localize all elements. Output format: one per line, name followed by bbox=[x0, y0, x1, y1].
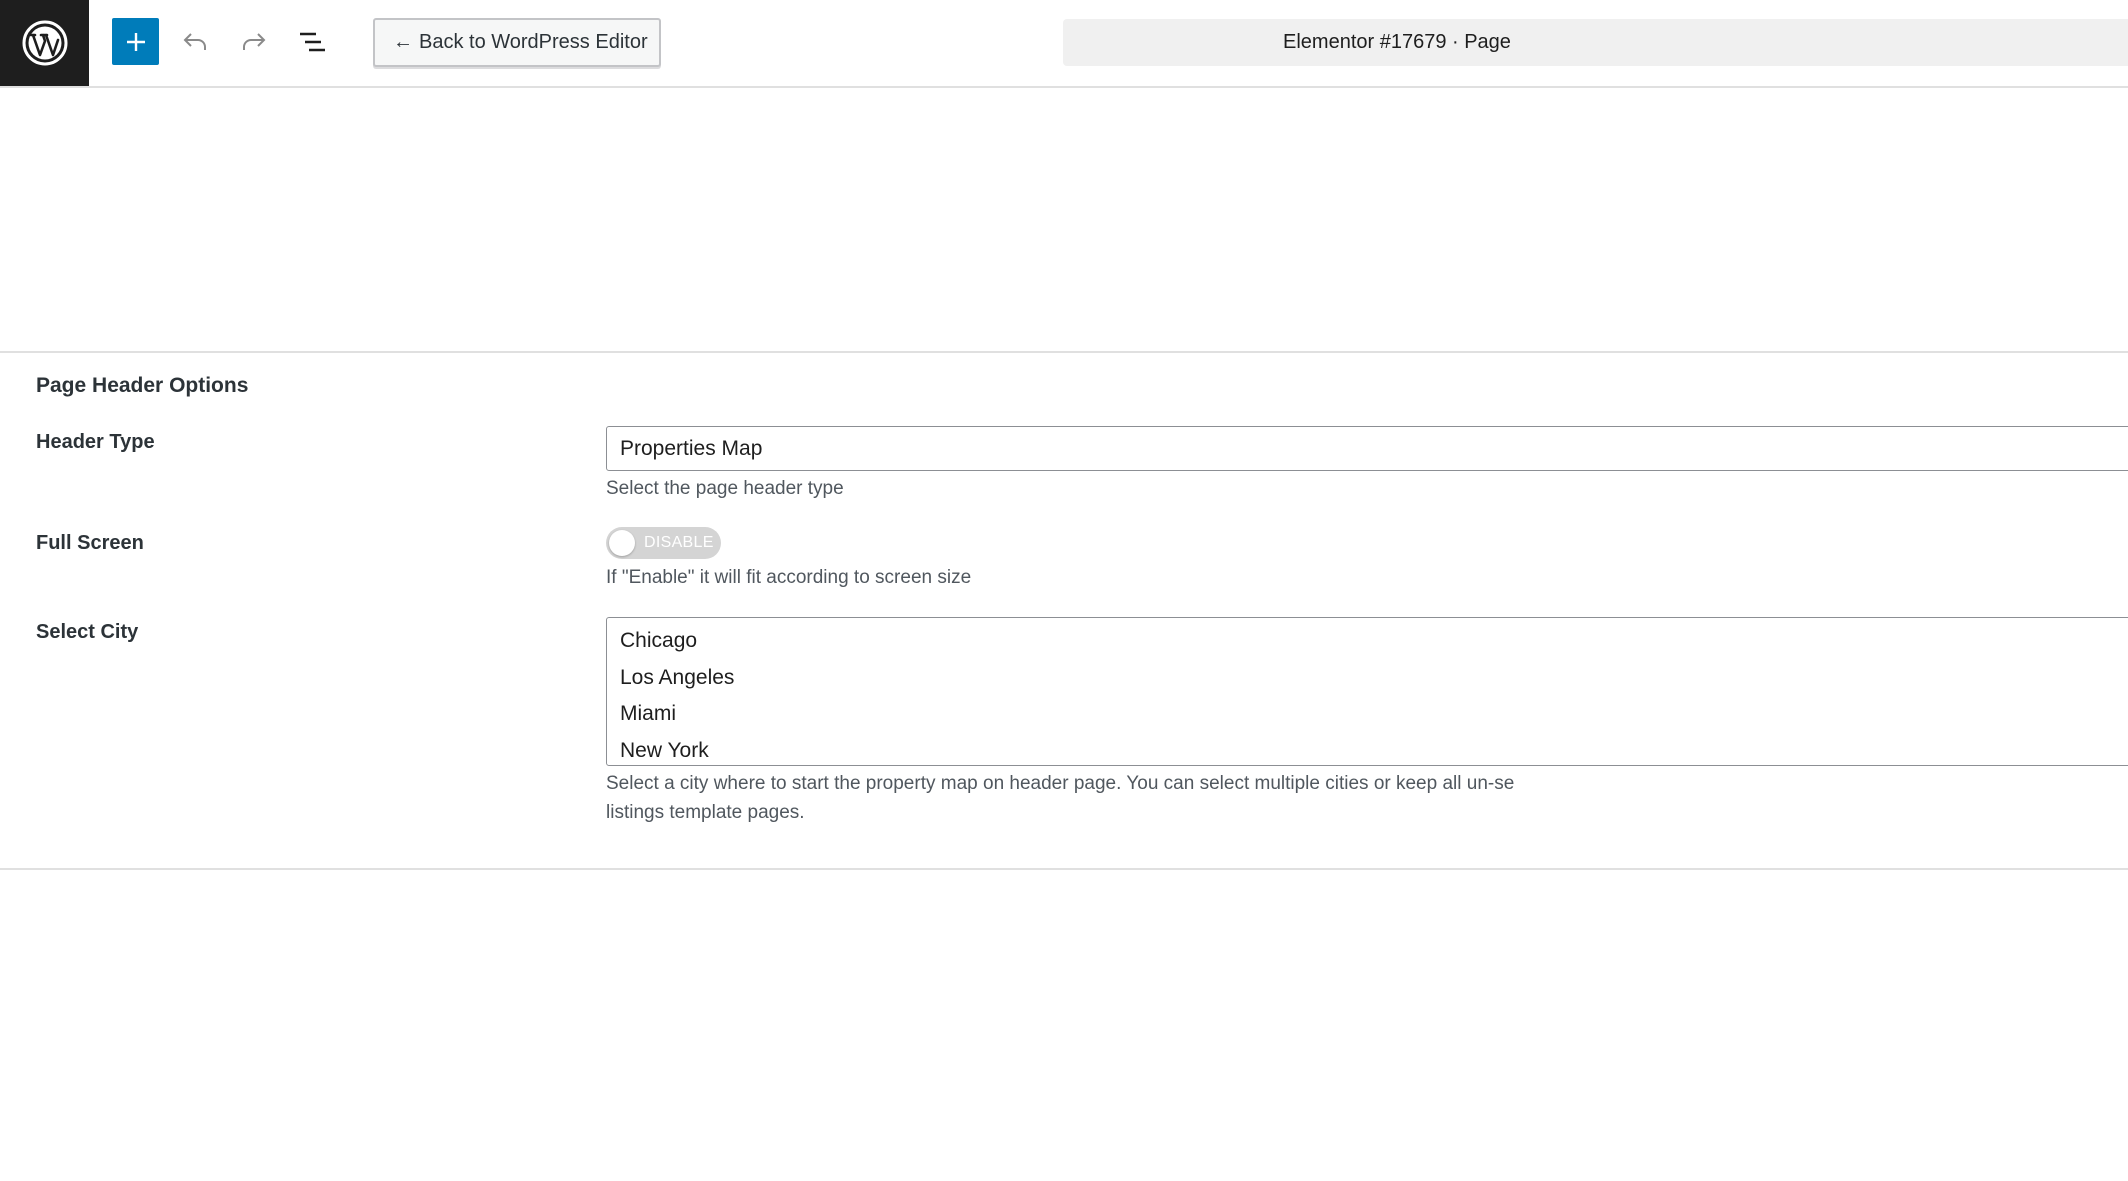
plus-icon bbox=[126, 32, 145, 51]
divider bbox=[0, 868, 2128, 870]
redo-icon bbox=[243, 33, 266, 50]
select-city-help-line1: Select a city where to start the propert… bbox=[606, 773, 1515, 794]
full-screen-toggle[interactable]: DISABLE bbox=[606, 527, 721, 559]
city-multiselect[interactable]: Chicago Los Angeles Miami New York bbox=[606, 617, 2128, 766]
undo-button[interactable] bbox=[175, 22, 215, 62]
wordpress-logo-icon[interactable] bbox=[0, 0, 89, 86]
header-type-select[interactable]: Properties Map bbox=[606, 426, 2128, 471]
back-button-label: Back to WordPress Editor bbox=[419, 31, 648, 53]
document-title-bar[interactable]: Elementor #17679 · Page bbox=[1063, 19, 2128, 66]
undo-icon bbox=[183, 33, 206, 50]
city-option[interactable]: Chicago bbox=[607, 623, 2128, 660]
add-block-button[interactable] bbox=[112, 18, 159, 65]
redo-button[interactable] bbox=[234, 22, 274, 62]
editor-toolbar: ← Back to WordPress Editor Elementor #17… bbox=[0, 0, 2128, 88]
toggle-state-text: DISABLE bbox=[644, 534, 714, 551]
list-view-button[interactable] bbox=[292, 22, 332, 62]
toggle-knob bbox=[609, 530, 635, 556]
select-city-help-line2: listings template pages. bbox=[606, 802, 805, 823]
back-to-wordpress-editor-button[interactable]: ← Back to WordPress Editor bbox=[373, 18, 661, 67]
full-screen-help: If "Enable" it will fit according to scr… bbox=[606, 567, 972, 588]
city-option[interactable]: Los Angeles bbox=[607, 660, 2128, 697]
list-view-icon bbox=[300, 32, 325, 52]
full-screen-label: Full Screen bbox=[36, 532, 144, 554]
city-option[interactable]: New York bbox=[607, 733, 2128, 770]
header-type-help: Select the page header type bbox=[606, 478, 844, 499]
divider bbox=[0, 351, 2128, 353]
document-title: Elementor #17679 · Page bbox=[1283, 31, 1511, 53]
select-city-label: Select City bbox=[36, 621, 139, 643]
header-type-value: Properties Map bbox=[620, 436, 763, 460]
header-type-label: Header Type bbox=[36, 431, 155, 453]
city-option[interactable]: Miami bbox=[607, 696, 2128, 733]
section-title: Page Header Options bbox=[36, 374, 249, 397]
arrow-left-icon: ← bbox=[393, 31, 413, 53]
